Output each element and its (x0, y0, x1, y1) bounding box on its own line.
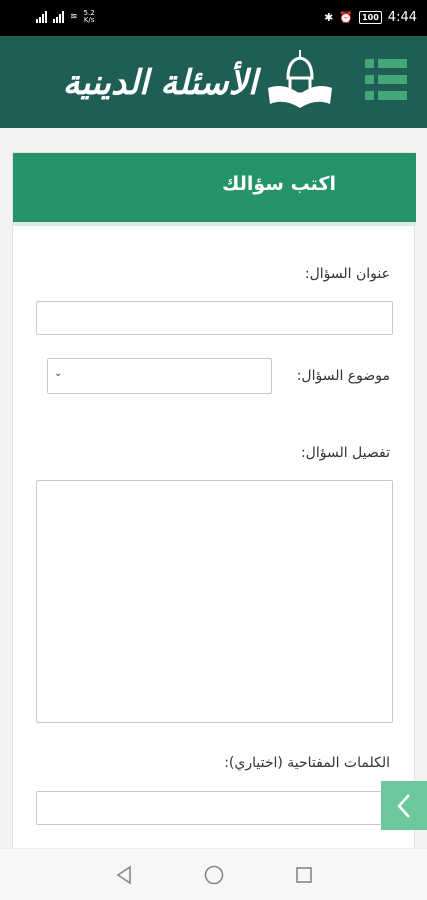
mosque-book-icon (264, 48, 334, 112)
vibrate-icon: ✱ (324, 11, 334, 24)
card-header: اكتب سؤالك (13, 153, 416, 226)
question-title-label: عنوان السؤال: (304, 266, 390, 282)
status-bar: ≋ 5.2 K/s ✱ ⏰ 100 4:44 (0, 0, 427, 36)
system-nav-bar (0, 848, 427, 900)
details-label: تفصيل السؤال: (300, 445, 390, 461)
side-drawer-tab[interactable] (381, 781, 427, 830)
signal-icon (36, 11, 47, 23)
menu-grid-icon[interactable] (365, 59, 407, 101)
square-recents-icon[interactable] (292, 863, 316, 887)
app-header: الأسئلة الدينية (0, 36, 427, 128)
topic-select[interactable]: ⌄ (47, 358, 272, 394)
battery-icon: 100 (359, 11, 382, 24)
network-speed: 5.2 K/s (84, 10, 95, 24)
chevron-down-icon: ⌄ (54, 368, 63, 379)
status-right: ✱ ⏰ 100 4:44 (324, 10, 417, 25)
circle-home-icon[interactable] (202, 863, 226, 887)
question-title-input[interactable] (36, 301, 393, 335)
clock: 4:44 (387, 10, 417, 25)
app-logo-text: الأسئلة الدينية (62, 63, 258, 103)
alarm-icon: ⏰ (339, 11, 354, 24)
chevron-left-icon (397, 794, 410, 818)
ask-question-card: اكتب سؤالك عنوان السؤال: موضوع السؤال: ⌄… (12, 152, 416, 852)
status-left: ≋ 5.2 K/s (36, 10, 95, 24)
keywords-label: الكلمات المفتاحية (اختياري): (224, 755, 390, 771)
signal-icon (53, 11, 64, 23)
details-textarea[interactable] (36, 480, 393, 723)
topic-label: موضوع السؤال: (296, 368, 390, 384)
triangle-back-icon[interactable] (112, 863, 136, 887)
card-title: اكتب سؤالك (222, 173, 336, 195)
network-speed-unit: K/s (83, 16, 95, 24)
wifi-icon: ≋ (70, 12, 78, 22)
keywords-input[interactable] (36, 791, 393, 825)
